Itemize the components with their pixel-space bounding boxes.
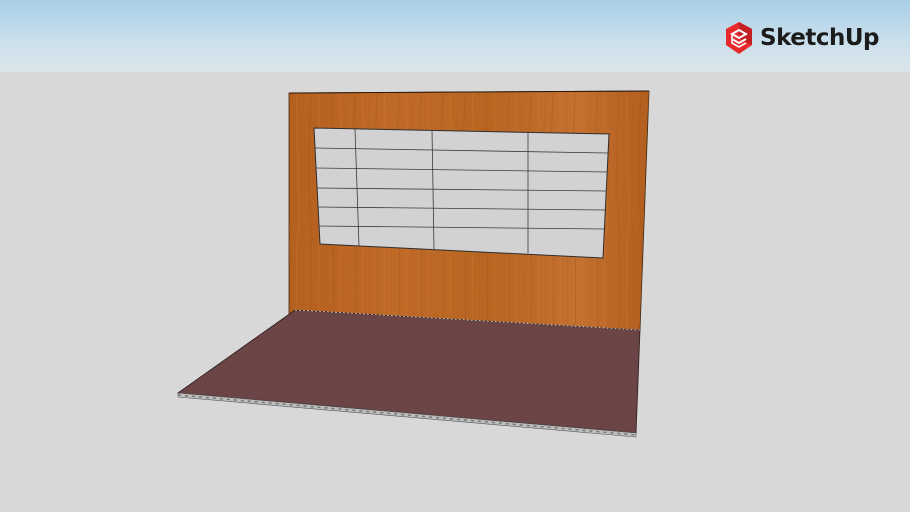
window[interactable]: [313, 127, 610, 259]
sketchup-logo-icon: [726, 22, 752, 54]
model-viewport[interactable]: SketchUp: [0, 0, 910, 512]
brand-name: SketchUp: [760, 25, 880, 51]
3d-scene: [176, 90, 650, 438]
sketchup-logo: SketchUp: [724, 20, 880, 56]
floor[interactable]: [176, 309, 641, 438]
